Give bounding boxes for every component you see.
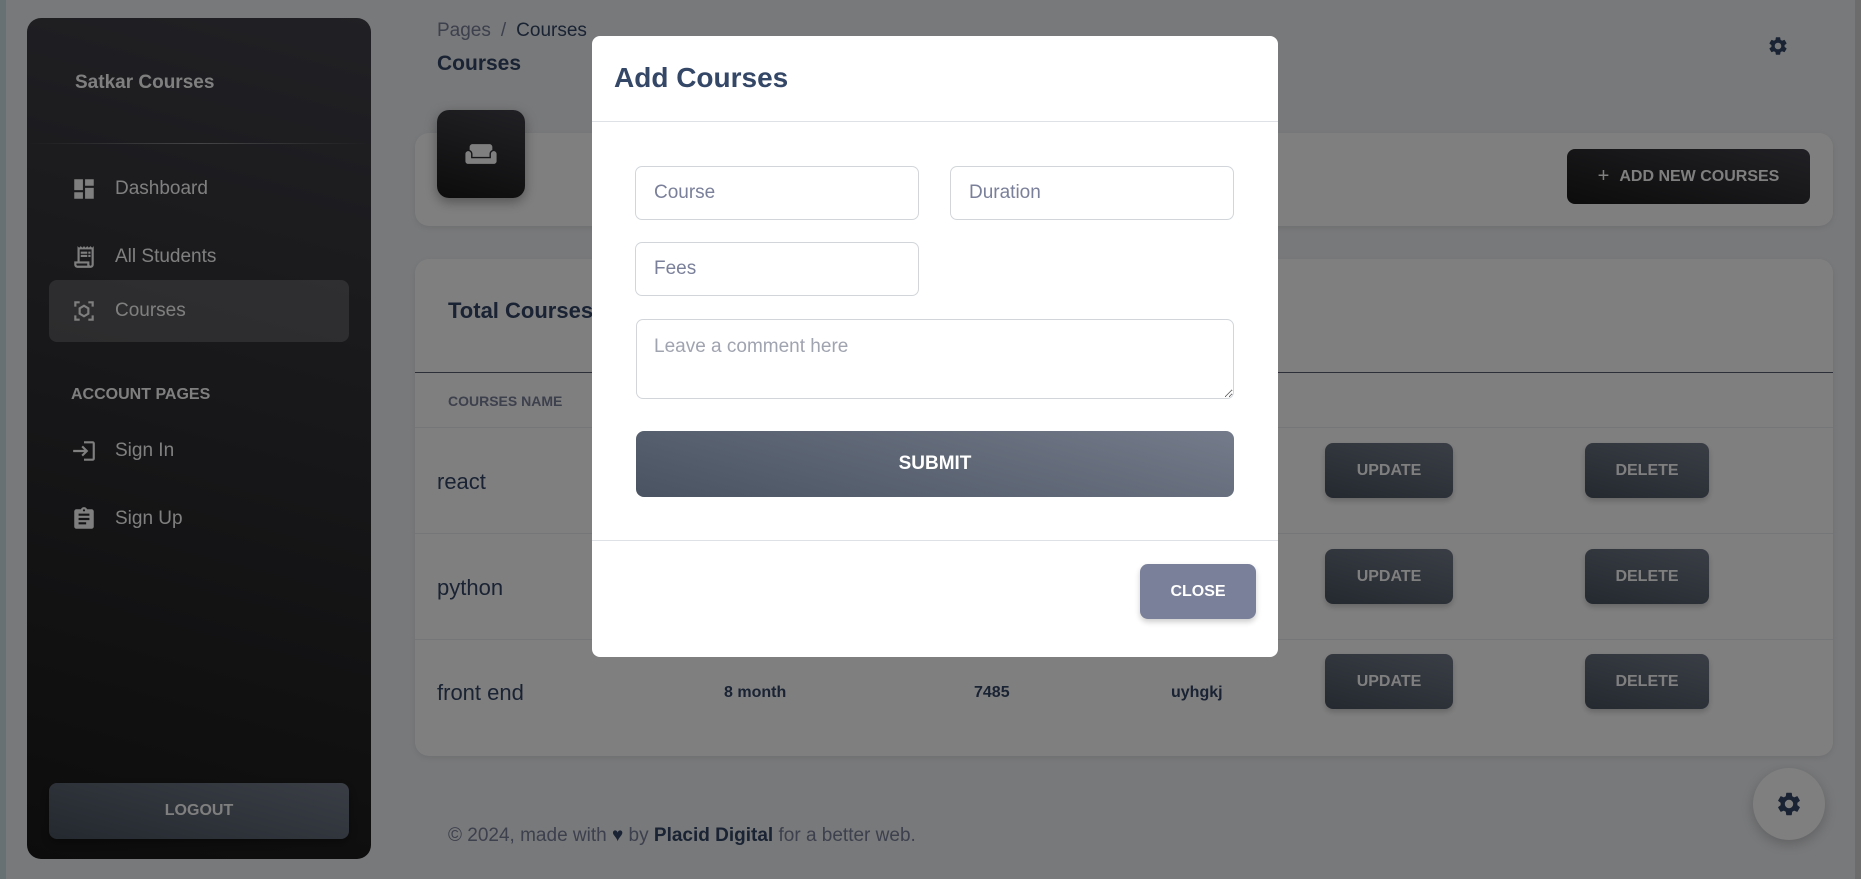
duration-input[interactable] [950, 166, 1234, 220]
comment-textarea[interactable] [636, 319, 1234, 399]
modal-header-divider [592, 121, 1278, 122]
add-courses-modal: Add Courses SUBMIT CLOSE [592, 36, 1278, 657]
modal-title: Add Courses [614, 62, 789, 93]
course-input[interactable] [635, 166, 919, 220]
submit-button[interactable]: SUBMIT [636, 431, 1234, 497]
modal-footer-divider [592, 540, 1278, 541]
fees-input[interactable] [635, 242, 919, 296]
close-button[interactable]: CLOSE [1140, 564, 1256, 619]
